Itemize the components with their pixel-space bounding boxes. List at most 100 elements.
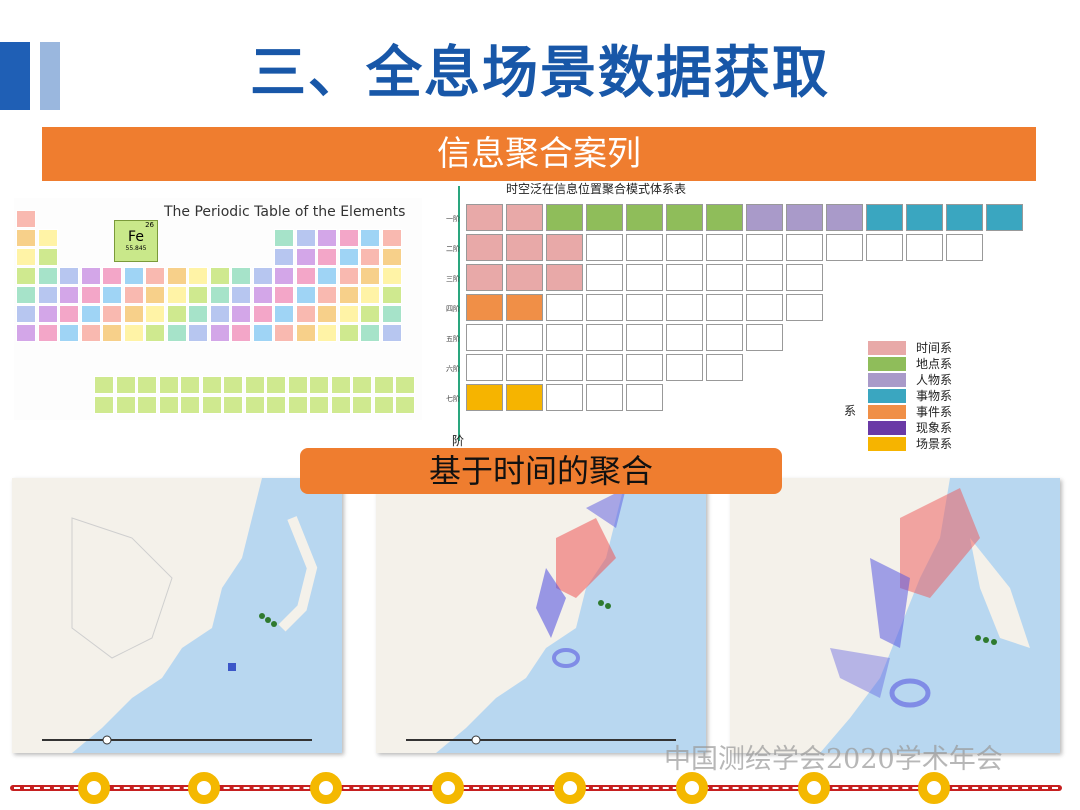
element-cell <box>137 376 157 394</box>
matrix-cell <box>706 324 743 351</box>
matrix-cell <box>626 354 663 381</box>
element-cell <box>274 267 294 285</box>
element-cell <box>115 396 136 414</box>
legend-label: 时间系 <box>916 341 953 355</box>
matrix-cell <box>506 324 543 351</box>
element-cell <box>231 305 251 323</box>
element-cell <box>274 248 294 266</box>
element-cell <box>166 305 187 323</box>
matrix-cell <box>786 294 823 321</box>
element-cell <box>16 248 36 266</box>
legend-item: 人物系 <box>868 372 968 388</box>
legend-swatch <box>868 373 906 387</box>
timeline-node <box>676 772 708 804</box>
matrix-cell <box>586 204 623 231</box>
element-cell <box>295 248 316 266</box>
matrix-cell <box>466 234 503 261</box>
section-banner-cases: 信息聚合案列 <box>42 127 1036 181</box>
matrix-cell <box>746 204 783 231</box>
slide-title: 三、全息场景数据获取 <box>250 41 830 106</box>
matrix-cell <box>546 204 583 231</box>
timeline-bar <box>10 772 1062 804</box>
element-cell <box>209 305 230 323</box>
element-cell <box>145 305 165 323</box>
element-cell <box>352 396 372 414</box>
element-cell <box>16 286 36 304</box>
matrix-cell <box>626 384 663 411</box>
element-cell <box>188 305 208 323</box>
map-graphic <box>730 478 1030 753</box>
legend-label: 地点系 <box>916 357 953 371</box>
matrix-cell <box>506 264 543 291</box>
legend-label: 现象系 <box>916 421 953 435</box>
element-cell <box>252 267 273 285</box>
element-cell <box>166 286 187 304</box>
matrix-row-label: 六阶 <box>446 365 460 373</box>
matrix-cell <box>826 204 863 231</box>
element-cell <box>145 324 165 342</box>
timeline-node <box>78 772 110 804</box>
matrix-cell <box>466 384 503 411</box>
legend-item: 现象系 <box>868 420 968 436</box>
element-cell <box>16 210 36 228</box>
featured-number: 26 <box>145 221 154 229</box>
element-cell <box>309 396 329 414</box>
element-cell <box>317 267 337 285</box>
element-cell <box>180 376 200 394</box>
matrix-cell <box>786 264 823 291</box>
matrix-cell <box>666 234 703 261</box>
element-cell <box>274 305 294 323</box>
timeline-node <box>554 772 586 804</box>
element-cell <box>145 267 165 285</box>
legend-item: 时间系 <box>868 340 968 356</box>
matrix-cell <box>986 204 1023 231</box>
element-cell <box>223 396 243 414</box>
element-cell <box>37 305 58 323</box>
element-cell <box>59 305 79 323</box>
legend-swatch <box>868 421 906 435</box>
map-panel-2 <box>376 478 706 753</box>
element-cell <box>360 286 380 304</box>
matrix-cell <box>746 294 783 321</box>
matrix-row-label: 二阶 <box>446 245 460 253</box>
accent-bar-primary <box>0 42 30 110</box>
element-cell <box>360 305 380 323</box>
element-cell <box>145 286 165 304</box>
element-cell <box>266 376 286 394</box>
element-cell <box>274 229 294 247</box>
element-cell <box>295 286 316 304</box>
element-cell <box>16 324 36 342</box>
element-cell <box>209 286 230 304</box>
element-cell <box>123 324 144 342</box>
matrix-cell <box>546 324 583 351</box>
matrix-cell <box>586 234 623 261</box>
element-cell <box>381 267 402 285</box>
matrix-cell <box>506 384 543 411</box>
element-cell <box>188 286 208 304</box>
element-cell <box>16 229 36 247</box>
map-graphic <box>376 478 676 753</box>
element-cell <box>274 324 294 342</box>
element-cell <box>338 324 359 342</box>
matrix-cell <box>546 234 583 261</box>
element-cell <box>352 376 372 394</box>
map-panel-3 <box>730 478 1060 753</box>
matrix-cell <box>946 234 983 261</box>
matrix-cell <box>746 234 783 261</box>
matrix-cell <box>786 234 823 261</box>
accent-bar-secondary <box>40 42 60 110</box>
element-cell <box>295 324 316 342</box>
element-cell <box>295 229 316 247</box>
matrix-cell <box>746 264 783 291</box>
element-cell <box>123 267 144 285</box>
element-cell <box>59 286 79 304</box>
matrix-row-label: 三阶 <box>446 275 460 283</box>
element-cell <box>231 286 251 304</box>
element-cell <box>102 267 122 285</box>
matrix-cell <box>546 264 583 291</box>
matrix-title: 时空泛在信息位置聚合模式体系表 <box>506 182 687 196</box>
matrix-cell <box>586 324 623 351</box>
featured-mass: 55.845 <box>125 245 147 252</box>
element-cell <box>94 376 114 394</box>
matrix-cell <box>946 204 983 231</box>
